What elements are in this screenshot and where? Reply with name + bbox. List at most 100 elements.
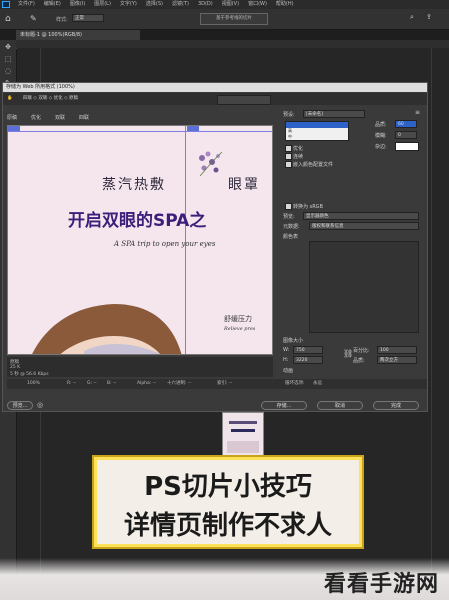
optimize-settings-panel: 预设: [未命名] ≡ JPEG 高 中 品质: 60 模糊: 0 杂边: 优化…	[277, 107, 425, 377]
info-size: 25 K	[10, 365, 21, 370]
menu-edit[interactable]: 编辑(E)	[44, 1, 61, 7]
matte-swatch[interactable]	[395, 142, 419, 151]
progressive-checkbox[interactable]	[285, 153, 292, 160]
ps-logo-icon	[2, 1, 10, 8]
move-tool-icon[interactable]: ✥	[3, 43, 13, 52]
menu-layer[interactable]: 图层(L)	[94, 1, 111, 7]
color-table	[309, 241, 419, 333]
browser-icon[interactable]: ◎	[37, 401, 43, 409]
g-readout: G: --	[87, 381, 97, 386]
width-label: W:	[283, 347, 290, 353]
style-label: 样式:	[56, 17, 68, 23]
optimized-checkbox[interactable]	[285, 145, 292, 152]
model-photo	[24, 296, 184, 354]
flower-decoration-icon	[192, 148, 232, 184]
menu-bar: 文件(F) 编辑(E) 图像(I) 图层(L) 文字(Y) 选择(S) 滤镜(T) 3D(D)…	[0, 0, 449, 9]
width-input[interactable]: 750	[293, 346, 323, 354]
tagline-text: A SPA trip to open your eyes	[114, 240, 216, 248]
image-preview[interactable]: 蒸汽热敷 眼罩 开启双眼的SPA之 A SPA trip to open you…	[7, 125, 273, 355]
hand-tool-icon[interactable]: ✋	[7, 93, 13, 105]
menu-file[interactable]: 文件(F)	[18, 1, 35, 7]
quality-input[interactable]: 60	[395, 120, 417, 128]
caption-line-2: 详情页制作不求人	[123, 511, 332, 541]
status-bar: 100% R: -- G: -- B: -- Alpha: -- 十六进制: -…	[7, 379, 427, 389]
color-table-label: 颜色表	[283, 234, 299, 240]
headline-text-1: 蒸汽热敷	[102, 177, 166, 193]
slice-boundary	[8, 131, 272, 132]
dialog-buttons: 存储... 取消 完成	[261, 401, 427, 411]
slices-from-guides-button[interactable]: 基于参考线的切片	[200, 13, 268, 25]
menu-select[interactable]: 选择(S)	[146, 1, 163, 7]
loop-value[interactable]: 永远	[313, 379, 322, 389]
preview-mode-button[interactable]	[217, 95, 271, 105]
dialog-toolbar: ✋ 四联 ◇ 双联 ◇ 优化 ◇ 原稿	[3, 93, 427, 105]
caption-line-1: PS切片小技巧	[144, 472, 312, 502]
lasso-tool-icon[interactable]: ◌	[3, 67, 13, 76]
tab-2up[interactable]: 双联	[55, 115, 65, 121]
embed-profile-checkbox[interactable]	[285, 161, 292, 168]
site-watermark: 看看手游网	[323, 572, 439, 597]
index-readout: 索引: --	[217, 381, 233, 386]
feature-subtext: Relieve pres	[224, 326, 256, 332]
preview-select[interactable]: 显示器颜色	[303, 212, 419, 220]
menu-3d[interactable]: 3D(D)	[198, 1, 213, 7]
percent-label: 百分比:	[353, 348, 370, 354]
style-select[interactable]: 正常	[72, 14, 104, 22]
r-readout: R: --	[67, 381, 77, 386]
preset-label: 预设:	[283, 112, 295, 118]
tab-original[interactable]: 原稿	[7, 115, 17, 121]
tab-4up[interactable]: 四联	[79, 115, 89, 121]
feature-text: 舒缓压力	[224, 315, 252, 323]
menu-help[interactable]: 帮助(H)	[276, 1, 294, 7]
share-icon[interactable]: ⇪	[426, 13, 432, 21]
menu-window[interactable]: 窗口(W)	[248, 1, 267, 7]
image-size-label: 图像大小	[283, 338, 304, 344]
loop-label: 循环选项:	[285, 381, 305, 386]
save-for-web-dialog: 存储为 Web 所用格式 (100%) ✋ 四联 ◇ 双联 ◇ 优化 ◇ 原稿 …	[2, 82, 428, 412]
headline-text-2: 开启双眼的SPA之	[68, 211, 207, 231]
document-tab[interactable]: 未标题-1 @ 100%(RGB/8)	[16, 30, 140, 40]
matte-label: 杂边:	[375, 144, 387, 150]
hex-readout: 十六进制: --	[167, 381, 192, 386]
blur-input[interactable]: 0	[395, 131, 417, 139]
menu-filter[interactable]: 滤镜(T)	[172, 1, 189, 7]
dialog-tools-line: 四联 ◇ 双联 ◇ 优化 ◇ 原稿	[23, 96, 78, 101]
preset-select[interactable]: [未命名]	[303, 110, 365, 118]
convert-srgb-checkbox[interactable]	[285, 203, 292, 210]
format-dropdown[interactable]: 高 中	[285, 121, 349, 141]
home-icon[interactable]: ⌂	[5, 14, 11, 24]
metadata-label: 元数据:	[283, 224, 300, 230]
height-input[interactable]: 3220	[293, 356, 323, 364]
tab-optimized[interactable]: 优化	[31, 115, 41, 121]
dropdown-item[interactable]: 中	[286, 134, 348, 140]
preview-browser-button[interactable]: 预览...	[7, 401, 33, 410]
alpha-readout: Alpha: --	[137, 381, 156, 386]
menu-type[interactable]: 文字(Y)	[120, 1, 137, 7]
headline-text-1b: 眼罩	[228, 177, 260, 193]
b-readout: B: --	[107, 381, 117, 386]
resample-select[interactable]: 两次立方	[377, 356, 417, 364]
slice-tool-icon[interactable]: ✎	[30, 14, 37, 23]
link-icon[interactable]: ⛓	[343, 349, 353, 358]
menu-icon[interactable]: ≡	[415, 109, 420, 116]
menu-image[interactable]: 图像(I)	[70, 1, 85, 7]
metadata-select[interactable]: 版权和联系信息	[309, 222, 419, 230]
marquee-tool-icon[interactable]: ⬚	[3, 55, 13, 64]
done-button[interactable]: 完成	[373, 401, 419, 410]
height-label: H:	[283, 357, 289, 363]
menu-view[interactable]: 视图(V)	[222, 1, 239, 7]
blur-label: 模糊:	[375, 133, 387, 139]
preview-info: 原稿 25 K 5 秒 @ 56.6 Kbps	[7, 357, 273, 377]
animation-label: 动画	[283, 368, 294, 374]
save-button[interactable]: 存储...	[261, 401, 307, 410]
search-icon[interactable]: ⌕	[410, 13, 414, 22]
cancel-button[interactable]: 取消	[317, 401, 363, 410]
dialog-title: 存储为 Web 所用格式 (100%)	[3, 83, 427, 92]
zoom-value[interactable]: 100%	[27, 379, 40, 389]
progressive-label: 连续	[293, 154, 304, 160]
guide-line	[431, 48, 432, 600]
options-bar: ⌂ ✎ 样式: 正常 基于参考线的切片 ⌕ ⇪	[0, 9, 449, 30]
caption-card: PS切片小技巧 详情页制作不求人	[94, 457, 362, 547]
percent-input[interactable]: 100	[377, 346, 417, 354]
document-thumbnail	[222, 412, 264, 458]
